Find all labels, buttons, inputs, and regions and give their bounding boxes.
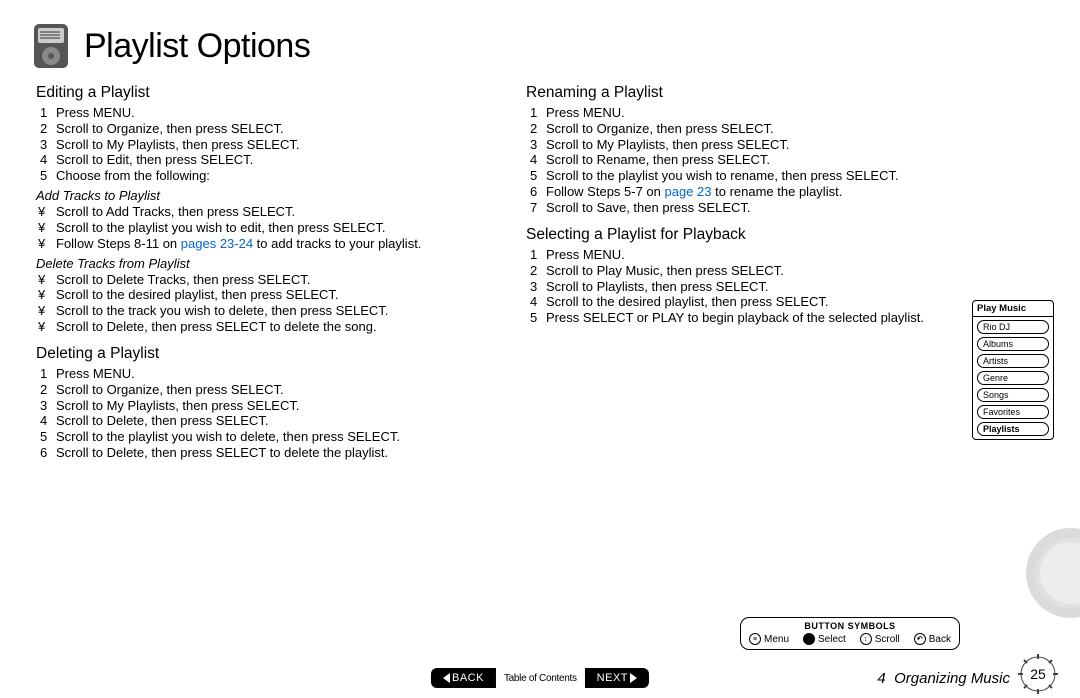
scroll-icon: ↕ [860,633,872,645]
menu-item: Songs [977,388,1049,402]
steps-selecting: 1Press MENU. 2Scroll to Play Music, then… [526,247,936,326]
triangle-left-icon [443,673,450,683]
select-icon [803,633,815,645]
next-button[interactable]: NEXT [585,668,649,688]
back-button[interactable]: BACK [431,668,496,688]
link-page-23[interactable]: page 23 [665,184,712,199]
bullets-add-tracks: ¥Scroll to Add Tracks, then press SELECT… [36,204,516,252]
menu-item: Artists [977,354,1049,368]
heading-renaming: Renaming a Playlist [526,84,936,103]
heading-editing: Editing a Playlist [36,84,516,103]
steps-deleting: 1Press MENU. 2Scroll to Organize, then p… [36,366,516,461]
button-symbols-legend: BUTTON SYMBOLS ≡Menu Select ↕Scroll ↶Bac… [740,617,960,650]
back-icon: ↶ [914,633,926,645]
device-background-art [980,458,1080,658]
link-pages-23-24[interactable]: pages 23-24 [181,236,253,251]
subheading-delete-tracks: Delete Tracks from Playlist [36,256,516,272]
menu-item: Rio DJ [977,320,1049,334]
menu-item: Albums [977,337,1049,351]
toc-link[interactable]: Table of Contents [496,669,585,688]
subheading-add-tracks: Add Tracks to Playlist [36,188,516,204]
steps-renaming: 1Press MENU. 2Scroll to Organize, then p… [526,105,936,216]
bullets-delete-tracks: ¥Scroll to Delete Tracks, then press SEL… [36,272,516,335]
play-music-menu: Play Music Rio DJ Albums Artists Genre S… [972,300,1054,440]
legend-title: BUTTON SYMBOLS [747,621,953,631]
device-icon [30,20,72,72]
menu-item: Genre [977,371,1049,385]
heading-selecting: Selecting a Playlist for Playback [526,226,936,245]
page-title: Playlist Options [84,27,310,66]
menu-item: Favorites [977,405,1049,419]
triangle-right-icon [630,673,637,683]
menu-item-selected: Playlists [977,422,1049,436]
menu-icon: ≡ [749,633,761,645]
heading-deleting: Deleting a Playlist [36,345,516,364]
page-number-badge: 25 [1014,650,1062,698]
menu-header: Play Music [973,301,1053,317]
chapter-label: 4 Organizing Music [877,670,1010,687]
steps-editing: 1Press MENU. 2Scroll to Organize, then p… [36,105,516,184]
